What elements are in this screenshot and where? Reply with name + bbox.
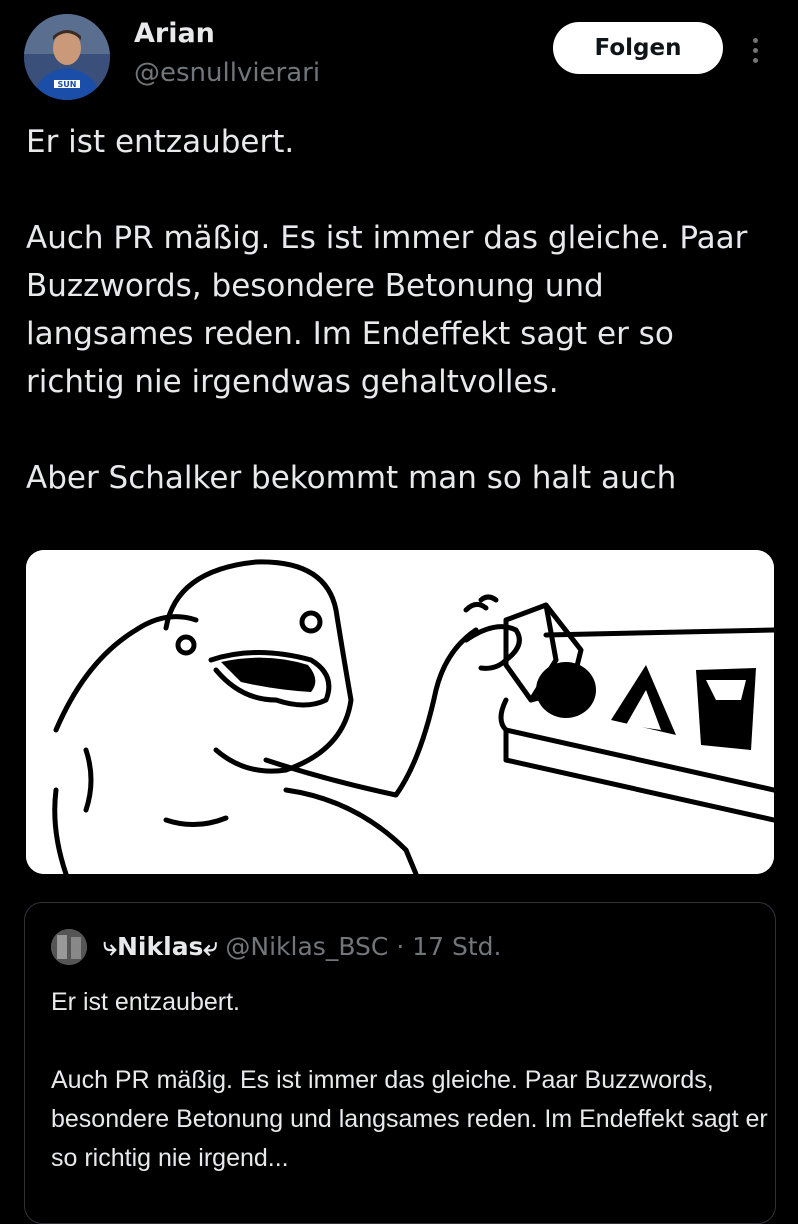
tweet-media-image[interactable] [26, 550, 774, 874]
quoted-avatar-image [51, 929, 87, 965]
more-options-icon[interactable] [740, 28, 770, 72]
quoted-time[interactable]: 17 Std. [412, 932, 501, 961]
quoted-text: Er ist entzaubert. Auch PR mäßig. Es ist… [51, 983, 771, 1178]
author-handle[interactable]: @esnullvierari [134, 58, 320, 88]
author-avatar[interactable]: SUN [24, 14, 110, 100]
quoted-tweet[interactable]: ⤷Niklas⤶ @Niklas_BSC · 17 Std. Er ist en… [24, 902, 776, 1224]
separator: · [396, 932, 405, 961]
author-name[interactable]: Arian [134, 18, 215, 49]
dot [752, 37, 758, 43]
tweet-header: SUN Arian @esnullvierari Folgen [0, 0, 798, 110]
avatar-image: SUN [24, 14, 110, 100]
quoted-paragraph: Auch PR mäßig. Es ist immer das gleiche.… [51, 1066, 768, 1172]
avatar-jersey-text: SUN [58, 80, 77, 89]
follow-button[interactable]: Folgen [553, 22, 723, 74]
dot [752, 57, 758, 63]
quoted-author-handle[interactable]: @Niklas_BSC [225, 932, 388, 961]
wojak-shape-sorter-meme-icon [26, 550, 774, 874]
quoted-paragraph: Er ist entzaubert. [51, 988, 240, 1016]
tweet-text: Er ist entzaubert. Auch PR mäßig. Es ist… [26, 118, 776, 502]
quoted-header: ⤷Niklas⤶ @Niklas_BSC · 17 Std. [103, 929, 501, 965]
tweet-paragraph: Er ist entzaubert. [26, 124, 295, 160]
dot [752, 47, 758, 53]
tweet-paragraph: Aber Schalker bekommt man so halt auch [26, 460, 677, 496]
quoted-author-avatar[interactable] [51, 929, 87, 965]
tweet-paragraph: Auch PR mäßig. Es ist immer das gleiche.… [26, 220, 748, 400]
quoted-author-name[interactable]: ⤷Niklas⤶ [103, 932, 217, 961]
